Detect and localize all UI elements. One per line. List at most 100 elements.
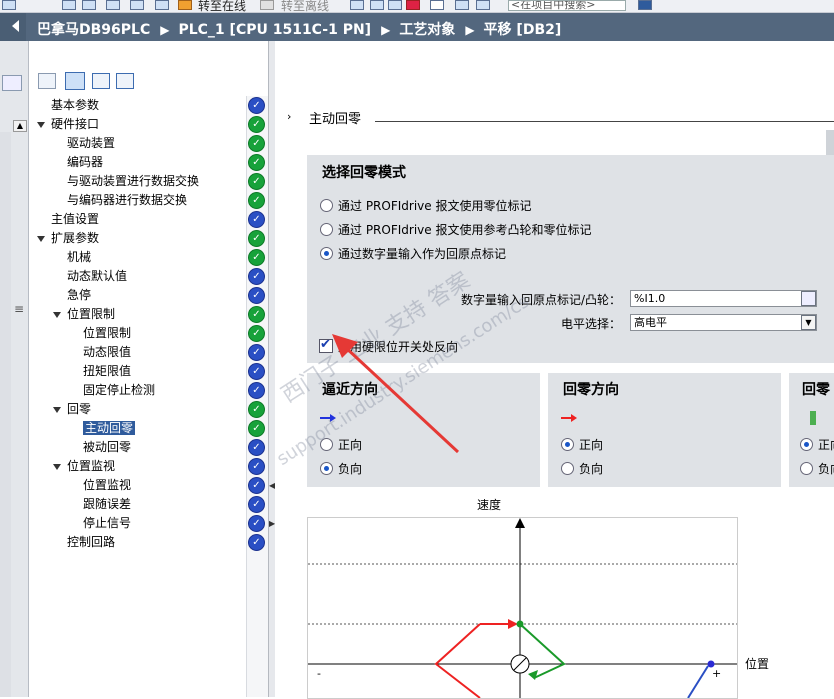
homing-mode-title: 选择回零模式	[322, 165, 406, 181]
accessible-devices-icon[interactable]	[350, 0, 364, 10]
cross-reference-icon[interactable]	[430, 0, 444, 10]
top-toolbar: 转至在线 转至离线 <在项目中搜索>	[0, 0, 834, 13]
stop-icon[interactable]	[406, 0, 420, 10]
start-cpu-icon[interactable]	[370, 0, 384, 10]
tree-item[interactable]: 编码器	[67, 153, 103, 172]
expand-all-icon[interactable]	[92, 73, 110, 89]
go-offline-button[interactable]: 转至离线	[281, 0, 329, 12]
breadcrumb-item[interactable]: 工艺对象	[399, 22, 455, 38]
expand-toggle-icon[interactable]	[37, 122, 45, 128]
expand-toggle-icon[interactable]	[37, 236, 45, 242]
upload-icon[interactable]	[82, 0, 96, 10]
digital-input-field[interactable]: %I1.0	[630, 290, 817, 307]
tree-item[interactable]: 扩展参数	[51, 229, 99, 248]
status-ok-icon: ✓	[248, 496, 265, 513]
position-axis-label: 位置	[745, 657, 770, 671]
approach-negative-radio[interactable]	[320, 462, 333, 475]
homing-diagram-svg	[308, 518, 737, 698]
tree-item[interactable]: 动态默认值	[67, 267, 127, 286]
tree-item-label: 硬件接口	[51, 117, 100, 131]
tree-item[interactable]: 跟随误差	[83, 495, 131, 514]
tree-item[interactable]: 扭矩限值	[83, 362, 131, 381]
tree-item[interactable]: 主值设置	[51, 210, 99, 229]
expand-toggle-icon[interactable]	[53, 407, 61, 413]
third-positive-radio[interactable]	[800, 438, 813, 451]
tree-item-label: 动态限值	[83, 345, 132, 359]
tree-item[interactable]: 位置监视	[83, 476, 131, 495]
digital-input-label: 数字量输入回原点标记/凸轮：	[461, 293, 622, 307]
tree-item[interactable]: 主动回零	[83, 419, 136, 438]
tree-item[interactable]: 硬件接口	[51, 115, 99, 134]
stop-cpu-icon[interactable]	[388, 0, 402, 10]
tree-item[interactable]: 驱动装置	[67, 134, 115, 153]
download-icon[interactable]	[62, 0, 76, 10]
tree-item[interactable]: 停止信号	[83, 514, 131, 533]
homing-positive-radio[interactable]	[561, 438, 574, 451]
search-go-icon[interactable]	[638, 0, 652, 10]
go-offline-icon[interactable]	[260, 0, 274, 10]
tree-item-label: 机械	[67, 250, 92, 264]
compile-icon[interactable]	[155, 0, 169, 10]
tree-item[interactable]: 位置限制	[83, 324, 131, 343]
status-ok-icon: ✓	[248, 211, 265, 228]
tree-item[interactable]: 急停	[67, 286, 91, 305]
radio-digital-input[interactable]	[320, 247, 333, 260]
scroll-up-icon[interactable]: ▲	[13, 120, 27, 132]
tree-item-label: 回零	[67, 402, 92, 416]
tree-item[interactable]: 基本参数	[51, 96, 99, 115]
undo-icon[interactable]	[2, 0, 16, 10]
red-arrow-icon	[561, 414, 577, 422]
tree-item[interactable]: 位置监视	[67, 457, 115, 476]
tree-item[interactable]: 回零	[67, 400, 91, 419]
tree-item[interactable]: 与驱动装置进行数据交换	[67, 172, 199, 191]
status-ok-icon: ✓	[248, 458, 265, 475]
tree-item-label: 主动回零	[83, 421, 136, 435]
status-ok-icon: ✓	[248, 420, 265, 437]
tree-item-label: 基本参数	[51, 98, 100, 112]
option-label: 通过 PROFIdrive 报文使用参考凸轮和零位标记	[338, 223, 592, 237]
project-view-icon[interactable]	[2, 75, 22, 91]
chevron-right-icon: ▶	[160, 23, 170, 37]
homing-negative-radio[interactable]	[561, 462, 574, 475]
status-ok-icon: ✓	[248, 515, 265, 532]
tree-item-label: 位置限制	[83, 326, 132, 340]
tree-item[interactable]: 动态限值	[83, 343, 131, 362]
blue-line	[687, 665, 709, 698]
parameter-view-icon[interactable]	[65, 72, 85, 90]
tree-item[interactable]: 位置限制	[67, 305, 115, 324]
breadcrumb-item[interactable]: 平移 [DB2]	[484, 22, 562, 38]
radio-zero-mark[interactable]	[320, 199, 333, 212]
expand-toggle-icon[interactable]	[53, 312, 61, 318]
chevron-down-icon[interactable]: ▼	[801, 315, 816, 330]
tag-browse-icon[interactable]	[801, 291, 816, 306]
breadcrumb-item[interactable]: PLC_1 [CPU 1511C-1 PN]	[178, 22, 371, 38]
minus-label: -	[317, 667, 321, 680]
level-select[interactable]: 高电平	[630, 314, 817, 331]
homing-diagram	[307, 517, 738, 699]
functional-view-icon[interactable]	[38, 73, 56, 89]
tree-item[interactable]: 控制回路	[67, 533, 115, 552]
radio-cam-and-zero-mark[interactable]	[320, 223, 333, 236]
tree-item[interactable]: 固定停止检测	[83, 381, 155, 400]
go-online-icon[interactable]	[178, 0, 192, 10]
breadcrumb-item[interactable]: 巴拿马DB96PLC	[37, 22, 150, 38]
project-search-input[interactable]: <在项目中搜索>	[508, 0, 626, 11]
tree-item[interactable]: 机械	[67, 248, 91, 267]
tree-item[interactable]: 被动回零	[83, 438, 131, 457]
simulation-icon[interactable]	[106, 0, 120, 10]
grip-icon[interactable]: ≡	[14, 302, 24, 316]
chevron-right-icon: ▶	[381, 23, 391, 37]
split-vertical-icon[interactable]	[476, 0, 490, 10]
collapse-all-icon[interactable]	[116, 73, 134, 89]
status-ok-icon: ✓	[248, 534, 265, 551]
status-ok-icon: ✓	[248, 116, 265, 133]
tree-item-label: 扩展参数	[51, 231, 100, 245]
monitor-icon[interactable]	[130, 0, 144, 10]
third-negative-radio[interactable]	[800, 462, 813, 475]
tree-item[interactable]: 与编码器进行数据交换	[67, 191, 187, 210]
go-online-button[interactable]: 转至在线	[198, 0, 246, 12]
split-horizontal-icon[interactable]	[455, 0, 469, 10]
project-tree-scrollbar[interactable]	[0, 132, 11, 697]
status-ok-icon: ✓	[248, 268, 265, 285]
expand-toggle-icon[interactable]	[53, 464, 61, 470]
